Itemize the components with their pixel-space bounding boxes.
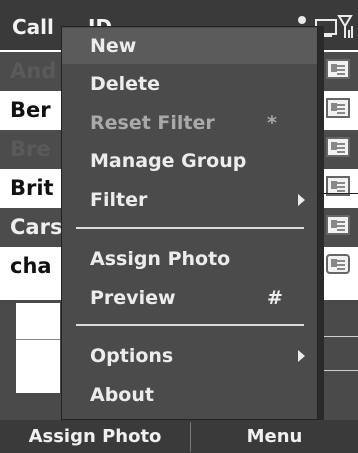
- contact-name: Bre: [10, 137, 51, 161]
- menu-item-label: Assign Photo: [90, 248, 231, 270]
- contact-name: Cars: [10, 215, 63, 239]
- contact-card-icon: [326, 98, 350, 118]
- menu-item-label: Preview: [90, 287, 176, 309]
- softkey-menu-button[interactable]: Menu: [191, 420, 358, 453]
- contact-name: Ber: [10, 98, 51, 122]
- softkey-left-button[interactable]: Assign Photo: [0, 420, 190, 453]
- contact-photo: [16, 303, 60, 393]
- menu-item-filter[interactable]: Filter: [62, 182, 317, 218]
- contact-name: cha: [10, 254, 52, 278]
- contact-name: And: [10, 59, 57, 83]
- menu-item-label: Delete: [90, 73, 161, 95]
- menu-item-preview[interactable]: Preview #: [62, 280, 317, 316]
- contact-card-icon: [326, 215, 350, 235]
- menu-item-label: About: [90, 384, 154, 406]
- contact-card-icon: [326, 254, 350, 274]
- divider: [16, 339, 60, 340]
- contact-card-icon: [326, 137, 350, 157]
- menu-separator: [76, 324, 304, 326]
- menu-item-assign-photo[interactable]: Assign Photo: [62, 241, 317, 277]
- menu-item-label: Options: [90, 345, 174, 367]
- submenu-pointer-line: [318, 193, 358, 194]
- menu-item-label: Filter: [90, 189, 148, 211]
- battery-icon: [337, 15, 353, 38]
- menu-separator: [76, 227, 304, 229]
- menu-item-manage-group[interactable]: Manage Group: [62, 143, 317, 179]
- divider: [320, 370, 358, 371]
- contact-name: Brit: [10, 176, 54, 200]
- menu-shadow: [318, 26, 324, 420]
- chevron-right-icon: [298, 350, 305, 362]
- context-menu: New Delete Reset Filter * Manage Group F…: [61, 26, 318, 420]
- menu-item-about[interactable]: About: [62, 377, 317, 413]
- menu-item-options[interactable]: Options: [62, 338, 317, 374]
- contact-card-icon: [326, 59, 350, 79]
- divider: [320, 336, 358, 337]
- menu-item-label: Manage Group: [90, 150, 247, 172]
- menu-shortcut: #: [267, 287, 283, 309]
- menu-item-label: Reset Filter: [90, 112, 215, 134]
- menu-shortcut: *: [267, 112, 277, 134]
- menu-item-reset-filter[interactable]: Reset Filter *: [62, 105, 317, 141]
- menu-item-new[interactable]: New: [62, 28, 317, 64]
- menu-item-delete[interactable]: Delete: [62, 66, 317, 102]
- menu-item-label: New: [90, 35, 137, 57]
- window-title: Call: [12, 15, 54, 39]
- softkey-bar: Assign Photo Menu: [0, 420, 358, 453]
- chevron-right-icon: [298, 194, 305, 206]
